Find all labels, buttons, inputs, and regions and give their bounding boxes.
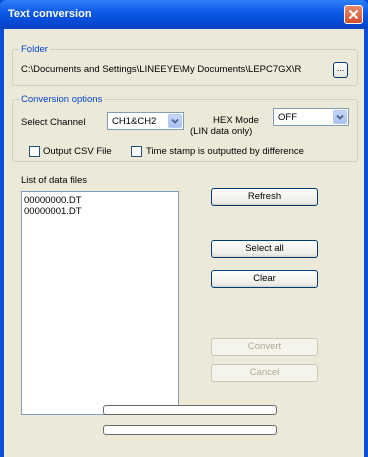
close-icon	[348, 9, 359, 20]
chevron-down-icon	[336, 114, 344, 120]
convert-button[interactable]: Convert	[211, 338, 318, 356]
select-channel-arrow[interactable]	[168, 114, 182, 128]
folder-legend: Folder	[21, 44, 48, 55]
select-channel-dropdown[interactable]: CH1&CH2	[107, 112, 184, 130]
hex-mode-arrow[interactable]	[333, 110, 347, 124]
chevron-down-icon	[171, 118, 179, 124]
select-channel-label: Select Channel	[21, 117, 86, 128]
list-item[interactable]: 00000001.DT	[22, 206, 178, 217]
output-csv-checkbox[interactable]	[29, 146, 40, 157]
list-item[interactable]: 00000000.DT	[22, 195, 178, 206]
refresh-button[interactable]: Refresh	[211, 188, 318, 206]
text-conversion-window: Text conversion Folder C:\Documents and …	[0, 0, 368, 457]
hex-mode-dropdown[interactable]: OFF	[273, 108, 349, 126]
timestamp-difference-label: Time stamp is outputted by difference	[146, 146, 304, 157]
select-channel-value: CH1&CH2	[112, 116, 157, 127]
folder-path: C:\Documents and Settings\LINEEYE\My Doc…	[21, 64, 302, 75]
timestamp-difference-checkbox[interactable]	[131, 146, 142, 157]
progress-bar-2	[103, 425, 277, 435]
browse-button-label: ...	[336, 63, 345, 73]
close-button[interactable]	[344, 5, 363, 24]
dialog-body: Folder C:\Documents and Settings\LINEEYE…	[4, 29, 364, 457]
hex-mode-note: (LIN data only)	[190, 126, 253, 137]
clear-button[interactable]: Clear	[211, 270, 318, 288]
data-files-label: List of data files	[21, 175, 88, 186]
cancel-button[interactable]: Cancel	[211, 364, 318, 382]
output-csv-label: Output CSV File	[43, 146, 112, 157]
progress-bar-1	[103, 405, 277, 415]
title-bar[interactable]: Text conversion	[0, 0, 368, 29]
hex-mode-label: HEX Mode	[213, 115, 259, 126]
hex-mode-value: OFF	[278, 112, 297, 123]
select-all-button[interactable]: Select all	[211, 240, 318, 258]
data-files-list[interactable]: 00000000.DT 00000001.DT	[21, 191, 179, 415]
window-title: Text conversion	[8, 8, 92, 20]
browse-folder-button[interactable]: ...	[333, 62, 348, 78]
conversion-options-legend: Conversion options	[21, 94, 103, 105]
